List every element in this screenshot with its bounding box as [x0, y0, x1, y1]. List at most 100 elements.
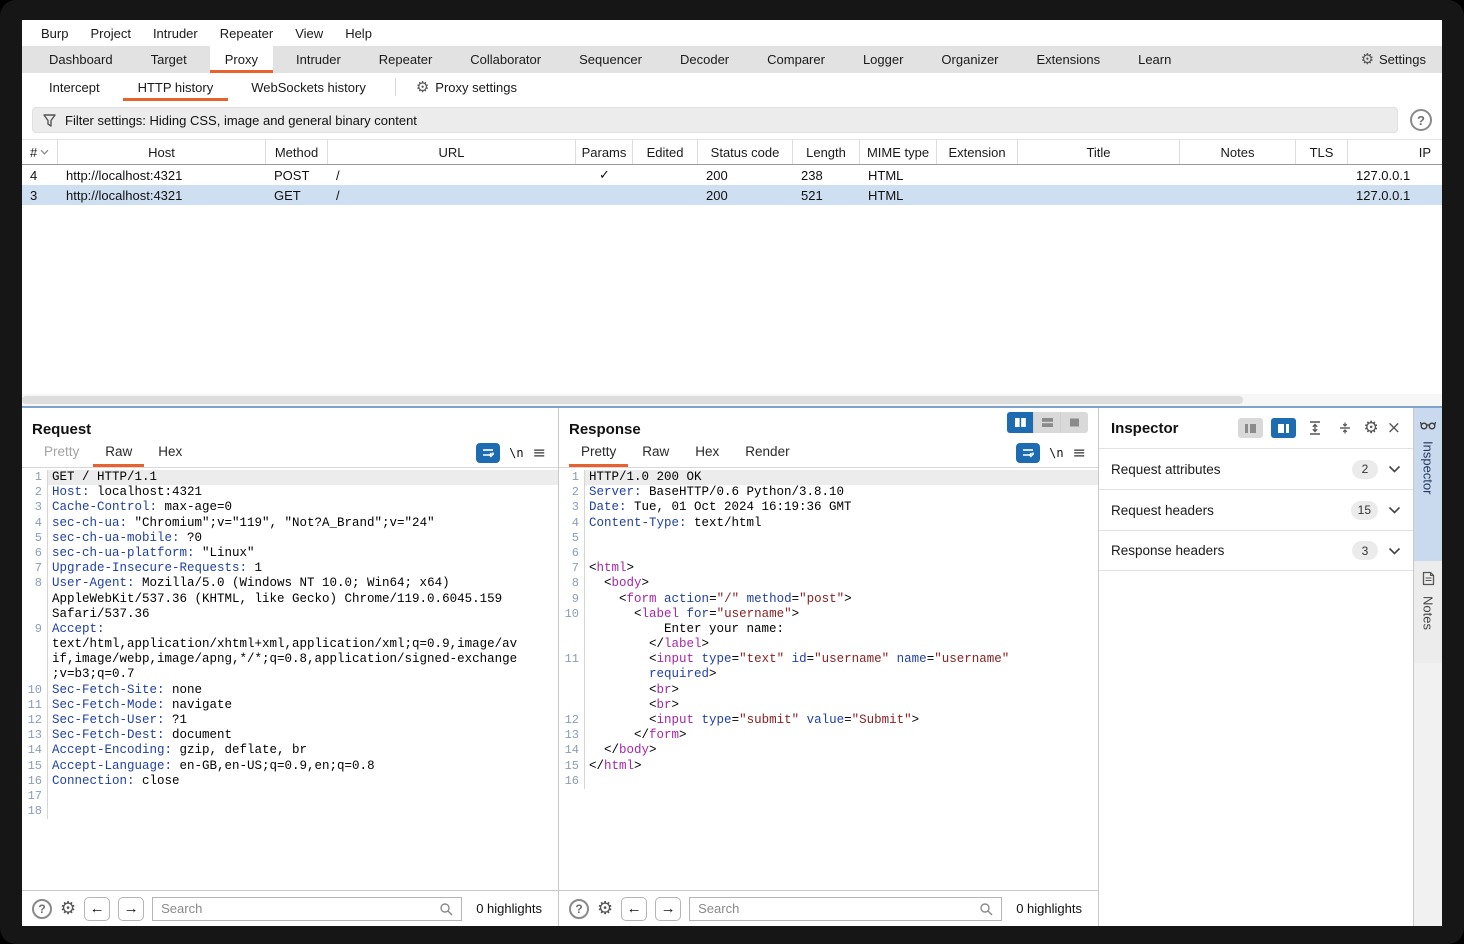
menu-item-burp[interactable]: Burp — [30, 26, 79, 41]
prev-match-button[interactable]: ← — [84, 897, 110, 921]
table-horizontal-scrollbar[interactable] — [22, 394, 1442, 406]
tab-extensions[interactable]: Extensions — [1022, 46, 1116, 73]
settings-button[interactable]: ⚙ Settings — [1345, 46, 1442, 73]
editor-tab-raw[interactable]: Raw — [630, 438, 681, 467]
column-header-[interactable]: # — [22, 140, 58, 164]
filter-settings-bar[interactable]: Filter settings: Hiding CSS, image and g… — [32, 107, 1398, 133]
cell-num: 4 — [22, 168, 58, 183]
column-header-ip[interactable]: IP — [1348, 140, 1439, 164]
side-tab-inspector[interactable]: Inspector — [1414, 408, 1442, 561]
dock-left-button[interactable] — [1238, 418, 1263, 438]
tab-dashboard[interactable]: Dashboard — [34, 46, 128, 73]
subtab-websockets-history[interactable]: WebSockets history — [236, 73, 381, 101]
column-header-params[interactable]: Params — [576, 140, 633, 164]
gear-icon[interactable]: ⚙ — [1364, 420, 1379, 437]
expand-all-icon[interactable] — [1304, 421, 1326, 435]
dock-right-button[interactable] — [1271, 418, 1296, 438]
section-count-badge: 15 — [1351, 501, 1378, 520]
line-number: 9 — [22, 622, 48, 637]
proxy-settings-button[interactable]: ⚙ Proxy settings — [406, 73, 527, 101]
close-icon[interactable]: × — [1387, 418, 1401, 438]
editor-line: 13 </form> — [559, 728, 1098, 743]
section-count-badge: 2 — [1352, 460, 1378, 479]
line-number: 8 — [559, 576, 585, 591]
response-editor[interactable]: 1HTTP/1.0 200 OK2Server: BaseHTTP/0.6 Py… — [559, 468, 1098, 890]
next-match-button[interactable]: → — [655, 897, 681, 921]
line-content: Date: Tue, 01 Oct 2024 16:19:36 GMT — [585, 500, 1098, 515]
editor-menu-icon[interactable]: ≡ — [533, 443, 548, 462]
next-match-button[interactable]: → — [118, 897, 144, 921]
line-content: Sec-Fetch-User: ?1 — [48, 713, 558, 728]
request-editor[interactable]: 1GET / HTTP/1.12Host: localhost:43213Cac… — [22, 468, 558, 890]
menu-item-project[interactable]: Project — [79, 26, 141, 41]
scrollbar-thumb[interactable] — [22, 396, 1243, 404]
search-input[interactable] — [161, 901, 439, 916]
word-wrap-toggle[interactable] — [1016, 443, 1040, 463]
column-header-tls[interactable]: TLS — [1296, 140, 1348, 164]
column-header-title[interactable]: Title — [1018, 140, 1180, 164]
tab-logger[interactable]: Logger — [848, 46, 918, 73]
line-number — [22, 592, 48, 607]
newline-toggle[interactable]: \n — [1042, 446, 1070, 460]
columns-layout-button[interactable] — [1007, 412, 1034, 433]
tab-target[interactable]: Target — [136, 46, 202, 73]
search-input[interactable] — [698, 901, 979, 916]
gear-icon[interactable]: ⚙ — [60, 900, 76, 918]
highlight-count: 0 highlights — [1010, 901, 1088, 916]
subtab-intercept[interactable]: Intercept — [34, 73, 115, 101]
editor-tab-hex[interactable]: Hex — [683, 438, 731, 467]
editor-line: 6 — [559, 546, 1098, 561]
tab-intruder[interactable]: Intruder — [281, 46, 356, 73]
editor-tab-hex[interactable]: Hex — [146, 438, 194, 467]
window-frame: BurpProjectIntruderRepeaterViewHelp Dash… — [0, 0, 1464, 944]
line-content — [585, 531, 1098, 546]
menu-item-intruder[interactable]: Intruder — [142, 26, 209, 41]
tab-collaborator[interactable]: Collaborator — [455, 46, 556, 73]
menu-item-help[interactable]: Help — [334, 26, 383, 41]
inspector-section-response-headers[interactable]: Response headers3 — [1099, 530, 1413, 571]
editor-tab-pretty[interactable]: Pretty — [569, 438, 628, 467]
column-header-extension[interactable]: Extension — [937, 140, 1018, 164]
prev-match-button[interactable]: ← — [621, 897, 647, 921]
inspector-section-request-attributes[interactable]: Request attributes2 — [1099, 448, 1413, 489]
editor-tab-raw[interactable]: Raw — [93, 438, 144, 467]
tab-repeater[interactable]: Repeater — [364, 46, 447, 73]
editor-menu-icon[interactable]: ≡ — [1073, 443, 1088, 462]
http-history-row[interactable]: 4http://localhost:4321POST/✓200238HTML12… — [22, 165, 1442, 185]
tab-organizer[interactable]: Organizer — [926, 46, 1013, 73]
gear-icon[interactable]: ⚙ — [597, 900, 613, 918]
column-header-status-code[interactable]: Status code — [698, 140, 793, 164]
collapse-all-icon[interactable] — [1334, 421, 1356, 435]
editor-line: 9 <form action="/" method="post"> — [559, 592, 1098, 607]
tab-decoder[interactable]: Decoder — [665, 46, 744, 73]
column-header-mime-type[interactable]: MIME type — [860, 140, 937, 164]
word-wrap-toggle[interactable] — [476, 443, 500, 463]
help-icon[interactable]: ? — [1410, 109, 1432, 131]
editor-tab-render[interactable]: Render — [733, 438, 801, 467]
subtab-http-history[interactable]: HTTP history — [123, 73, 229, 101]
column-header-edited[interactable]: Edited — [633, 140, 698, 164]
column-header-length[interactable]: Length — [793, 140, 860, 164]
http-history-row[interactable]: 3http://localhost:4321GET/200521HTML127.… — [22, 185, 1442, 205]
single-layout-button[interactable] — [1061, 412, 1088, 433]
column-header-notes[interactable]: Notes — [1180, 140, 1296, 164]
rows-layout-button[interactable] — [1034, 412, 1061, 433]
menu-item-repeater[interactable]: Repeater — [209, 26, 284, 41]
editor-tab-pretty[interactable]: Pretty — [32, 438, 91, 467]
newline-toggle[interactable]: \n — [502, 446, 530, 460]
line-content: Sec-Fetch-Mode: navigate — [48, 698, 558, 713]
menu-item-view[interactable]: View — [284, 26, 334, 41]
side-tab-notes[interactable]: Notes — [1414, 561, 1442, 663]
layout-toggle-group — [1007, 412, 1088, 433]
tab-learn[interactable]: Learn — [1123, 46, 1186, 73]
column-header-url[interactable]: URL — [328, 140, 576, 164]
help-icon[interactable]: ? — [32, 899, 52, 919]
tab-sequencer[interactable]: Sequencer — [564, 46, 657, 73]
tab-proxy[interactable]: Proxy — [210, 46, 273, 73]
column-header-host[interactable]: Host — [58, 140, 266, 164]
column-header-method[interactable]: Method — [266, 140, 328, 164]
tab-comparer[interactable]: Comparer — [752, 46, 840, 73]
help-icon[interactable]: ? — [569, 899, 589, 919]
line-content: text/html,application/xhtml+xml,applicat… — [48, 637, 558, 652]
inspector-section-request-headers[interactable]: Request headers15 — [1099, 489, 1413, 530]
